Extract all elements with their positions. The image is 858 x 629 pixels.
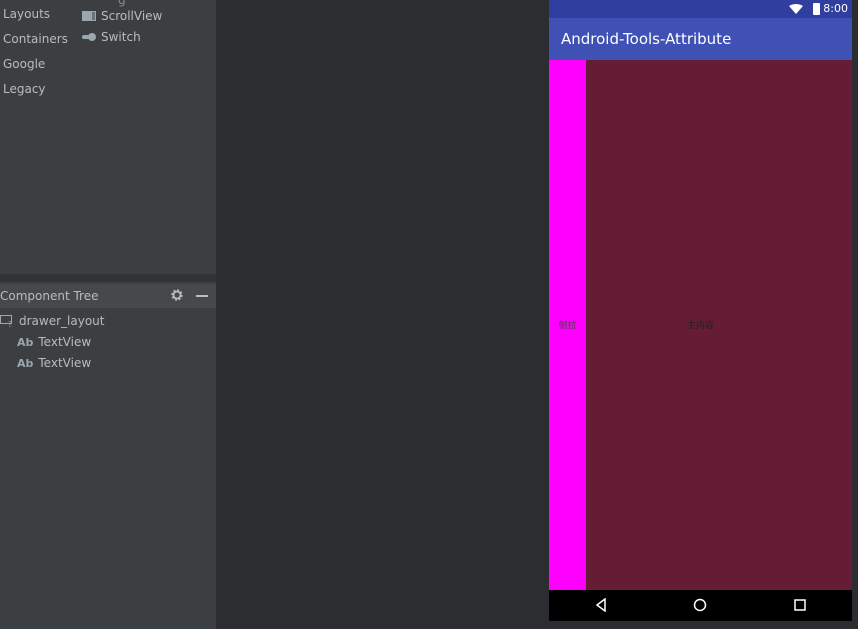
wifi-icon <box>789 4 803 14</box>
palette-item-scrollview[interactable]: ScrollView <box>82 9 162 23</box>
drawer-layout-icon: ? <box>0 315 12 327</box>
svg-text:?: ? <box>8 320 12 327</box>
status-bar: 8:00 <box>549 0 852 18</box>
app-title: Android-Tools-Attribute <box>561 30 732 48</box>
tree-node-label: drawer_layout <box>19 314 105 328</box>
battery-icon <box>813 3 820 15</box>
app-bar: Android-Tools-Attribute <box>549 18 852 60</box>
palette-category-legacy[interactable]: Legacy <box>3 82 46 96</box>
left-tool-panel: g Layouts Containers Google Legacy Scrol… <box>0 0 216 629</box>
drawer-textview: 侧拉 <box>558 321 577 331</box>
palette-category-containers[interactable]: Containers <box>3 32 68 46</box>
drawer-layout-preview[interactable]: 侧拉 主内容 <box>549 60 852 590</box>
tree-node-drawer-layout[interactable]: ? drawer_layout <box>0 314 104 328</box>
component-tree-title: Component Tree <box>0 289 99 303</box>
ab-textview-icon: Ab <box>17 335 34 349</box>
device-preview: 8:00 Android-Tools-Attribute 侧拉 主内容 <box>549 0 852 621</box>
panel-divider[interactable] <box>0 274 216 282</box>
palette-partial-item: g <box>118 0 126 7</box>
gear-icon[interactable] <box>170 287 184 303</box>
palette-item-switch[interactable]: Switch <box>82 30 141 44</box>
tree-node-textview[interactable]: Ab TextView <box>17 335 91 349</box>
scrollview-icon <box>82 11 96 21</box>
tree-node-textview[interactable]: Ab TextView <box>17 356 91 370</box>
back-icon[interactable] <box>594 598 608 612</box>
recents-icon[interactable] <box>793 598 807 612</box>
tree-node-label: TextView <box>38 356 92 370</box>
switch-icon <box>82 33 96 41</box>
palette-panel: g Layouts Containers Google Legacy Scrol… <box>0 0 216 274</box>
palette-category-google[interactable]: Google <box>3 57 45 71</box>
palette-item-label: ScrollView <box>101 9 163 23</box>
home-icon[interactable] <box>693 598 707 612</box>
component-tree-header: Component Tree <box>0 284 216 308</box>
navigation-bar <box>549 590 852 621</box>
palette-category-layouts[interactable]: Layouts <box>3 7 50 21</box>
minimize-icon[interactable] <box>196 295 208 297</box>
status-time: 8:00 <box>823 2 848 15</box>
palette-item-label: Switch <box>101 30 141 44</box>
tree-node-label: TextView <box>38 335 92 349</box>
ab-textview-icon: Ab <box>17 356 34 370</box>
main-content-textview: 主内容 <box>686 321 714 331</box>
drawer-panel[interactable]: 侧拉 <box>549 60 586 590</box>
